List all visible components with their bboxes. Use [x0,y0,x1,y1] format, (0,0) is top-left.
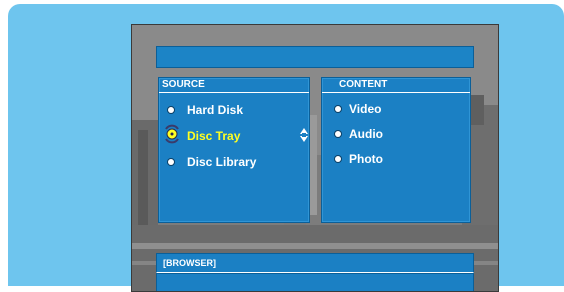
content-panel: CONTENT Video Audio Photo [321,77,471,223]
outer-frame: SOURCE Hard Disk Disc Tray Disc Library [8,4,564,292]
bullet-icon [335,106,341,112]
content-item-label: Video [349,102,382,116]
tv-screen: SOURCE Hard Disk Disc Tray Disc Library [131,24,499,292]
scroll-updown-icon[interactable] [300,128,308,142]
content-header: CONTENT [322,78,470,93]
source-item-label: Disc Tray [187,129,241,143]
bullet-icon [335,131,341,137]
source-item-label: Disc Library [187,155,257,169]
source-header: SOURCE [159,78,309,93]
source-item-label: Hard Disk [187,103,244,117]
bullet-icon [335,156,341,162]
disc-selector-icon [165,124,179,144]
browser-bar: [BROWSER] [156,253,474,273]
browser-label: [BROWSER] [163,258,216,268]
source-panel: SOURCE Hard Disk Disc Tray Disc Library [158,77,310,223]
browser-info-bar [156,273,474,291]
content-item-label: Audio [349,127,383,141]
title-bar [156,46,474,68]
content-item-label: Photo [349,152,383,166]
bullet-icon [168,159,174,165]
bullet-icon [168,107,174,113]
